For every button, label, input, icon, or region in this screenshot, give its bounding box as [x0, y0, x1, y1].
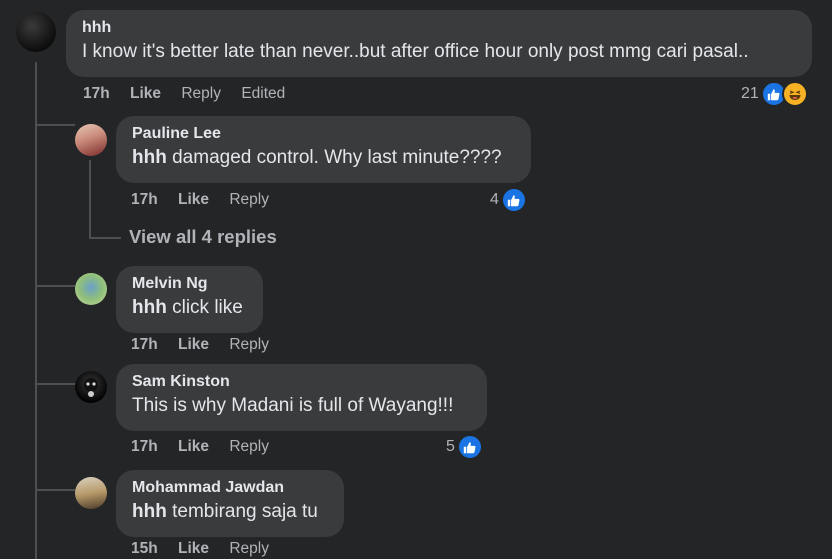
avatar-graphic	[84, 378, 98, 397]
avatar[interactable]	[75, 371, 107, 403]
reply-actions: 17h Like Reply	[131, 438, 285, 456]
reaction-count: 4	[490, 191, 499, 208]
mention-tag[interactable]: hhh	[132, 147, 167, 168]
reply-text: hhh damaged control. Why last minute????	[132, 146, 519, 170]
thumbs-up-icon	[456, 434, 483, 460]
reply-text-body: damaged control. Why last minute????	[166, 147, 502, 168]
reply-bubble: Mohammad Jawdan hhh tembirang saja tu	[116, 470, 344, 537]
avatar[interactable]	[75, 273, 107, 305]
like-button[interactable]: Like	[178, 540, 209, 557]
reply-author[interactable]: Sam Kinston	[132, 372, 475, 392]
thread-connector-4	[35, 489, 75, 491]
reaction-count: 5	[446, 438, 455, 455]
thread-connector-3	[35, 383, 75, 385]
reply-button[interactable]: Reply	[229, 191, 269, 208]
mention-tag[interactable]: hhh	[132, 297, 167, 318]
reaction-summary[interactable]: 4	[490, 187, 527, 213]
reply-actions: 15h Like Reply	[131, 540, 285, 558]
mention-tag[interactable]: hhh	[132, 501, 167, 522]
reply-text: hhh click like	[132, 296, 251, 320]
reply-text-body: tembirang saja tu	[166, 501, 318, 522]
edited-label: Edited	[241, 85, 286, 102]
reply-actions: 17h Like Reply	[131, 336, 285, 354]
reply-button[interactable]: Reply	[181, 85, 221, 102]
reply-author[interactable]: Melvin Ng	[132, 274, 251, 294]
thread-line-main	[35, 62, 37, 559]
reply-button[interactable]: Reply	[229, 336, 269, 353]
like-button[interactable]: Like	[130, 85, 161, 102]
like-button[interactable]: Like	[178, 191, 209, 208]
reply-timestamp[interactable]: 17h	[131, 191, 158, 208]
thumbs-up-icon	[500, 187, 527, 213]
reply-bubble: Pauline Lee hhh damaged control. Why las…	[116, 116, 531, 183]
reply-actions: 17h Like Reply	[131, 191, 285, 209]
thread-connector-1	[35, 124, 75, 126]
reply-bubble: Melvin Ng hhh click like	[116, 266, 263, 333]
avatar[interactable]	[75, 124, 107, 156]
reply-button[interactable]: Reply	[229, 540, 269, 557]
thread-connector-2	[35, 285, 75, 287]
reply-author[interactable]: Pauline Lee	[132, 124, 519, 144]
like-button[interactable]: Like	[178, 336, 209, 353]
reaction-summary[interactable]: 21	[741, 81, 808, 107]
reply-text: hhh tembirang saja tu	[132, 500, 332, 524]
avatar[interactable]	[16, 12, 56, 52]
reply-button[interactable]: Reply	[229, 438, 269, 455]
comment-text: I know it's better late than never..but …	[82, 41, 749, 62]
reply-bubble: Sam Kinston This is why Madani is full o…	[116, 364, 487, 431]
comment-timestamp[interactable]: 17h	[83, 85, 110, 102]
comment-bubble: hhh I know it's better late than never..…	[66, 10, 812, 77]
thread-line-sub	[89, 160, 91, 238]
reply-text-body: click like	[166, 297, 243, 318]
avatar[interactable]	[75, 477, 107, 509]
reply-timestamp[interactable]: 15h	[131, 540, 158, 557]
reply-text: This is why Madani is full of Wayang!!!	[132, 395, 454, 416]
comment-actions: 17h Like Reply Edited	[83, 85, 301, 103]
reply-timestamp[interactable]: 17h	[131, 438, 158, 455]
haha-emoji-icon	[781, 81, 808, 107]
reply-timestamp[interactable]: 17h	[131, 336, 158, 353]
reaction-summary[interactable]: 5	[446, 434, 483, 460]
reaction-count: 21	[741, 85, 759, 102]
thread-connector-viewall	[89, 237, 121, 239]
comment-author[interactable]: hhh	[82, 18, 800, 38]
like-button[interactable]: Like	[178, 438, 209, 455]
view-all-replies-link[interactable]: View all 4 replies	[129, 226, 277, 248]
reply-author[interactable]: Mohammad Jawdan	[132, 478, 332, 498]
